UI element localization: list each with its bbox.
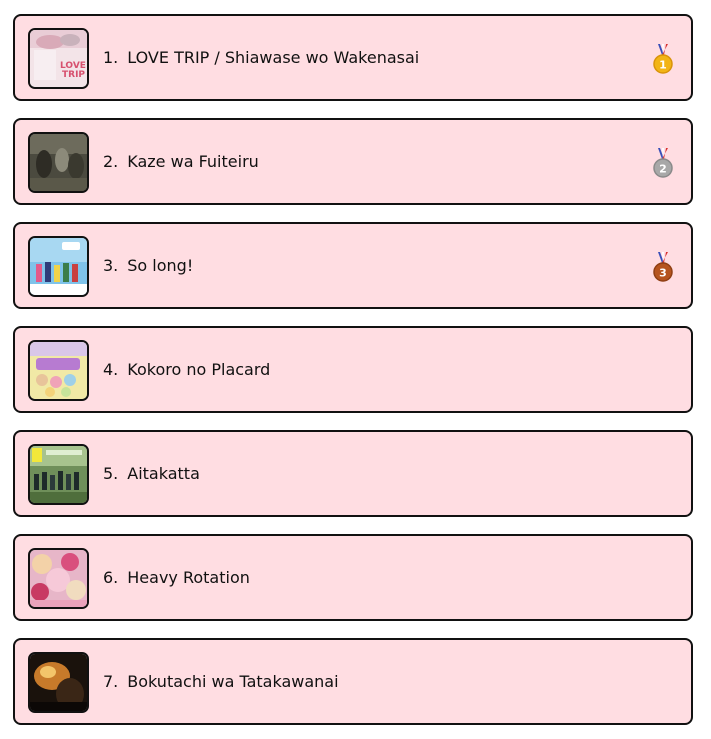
album-cover-3 xyxy=(28,236,89,297)
song-card-1[interactable]: LOVE TRIP 1. LOVE TRIP / Shiawase wo Wake… xyxy=(13,14,693,101)
song-title: 7. Bokutachi wa Tatakawanai xyxy=(103,640,339,723)
song-rank: 6. xyxy=(103,568,119,587)
song-name: Heavy Rotation xyxy=(127,568,250,587)
song-rank: 2. xyxy=(103,152,119,171)
song-card-4[interactable]: 4. Kokoro no Placard xyxy=(13,326,693,413)
cover-text-trip: TRIP xyxy=(62,70,85,80)
gold-medal-icon: 1 xyxy=(651,42,675,76)
song-name: LOVE TRIP / Shiawase wo Wakenasai xyxy=(127,48,420,67)
song-card-6[interactable]: 6. Heavy Rotation xyxy=(13,534,693,621)
silver-medal-icon: 2 xyxy=(651,146,675,180)
song-card-7[interactable]: 7. Bokutachi wa Tatakawanai xyxy=(13,638,693,725)
song-rank: 4. xyxy=(103,360,119,379)
album-cover-5 xyxy=(28,444,89,505)
song-name: Aitakatta xyxy=(127,464,200,483)
song-title: 1. LOVE TRIP / Shiawase wo Wakenasai xyxy=(103,16,419,99)
bronze-medal-icon: 3 xyxy=(651,250,675,284)
medal-number: 3 xyxy=(659,267,667,280)
song-rank: 5. xyxy=(103,464,119,483)
song-name: Bokutachi wa Tatakawanai xyxy=(127,672,339,691)
song-name: Kokoro no Placard xyxy=(127,360,271,379)
song-name: Kaze wa Fuiteiru xyxy=(127,152,259,171)
medal-number: 2 xyxy=(659,163,667,176)
medal-number: 1 xyxy=(659,59,667,72)
album-cover-6 xyxy=(28,548,89,609)
song-title: 2. Kaze wa Fuiteiru xyxy=(103,120,259,203)
song-rank: 3. xyxy=(103,256,119,275)
song-card-3[interactable]: 3. So long! 3 xyxy=(13,222,693,309)
song-rank: 7. xyxy=(103,672,119,691)
song-title: 3. So long! xyxy=(103,224,193,307)
song-title: 5. Aitakatta xyxy=(103,432,200,515)
song-name: So long! xyxy=(127,256,194,275)
song-title: 4. Kokoro no Placard xyxy=(103,328,270,411)
album-cover-7 xyxy=(28,652,89,713)
song-title: 6. Heavy Rotation xyxy=(103,536,250,619)
album-cover-1: LOVE TRIP xyxy=(28,28,89,89)
song-rank: 1. xyxy=(103,48,119,67)
song-card-5[interactable]: 5. Aitakatta xyxy=(13,430,693,517)
album-cover-4 xyxy=(28,340,89,401)
song-ranking-list: LOVE TRIP 1. LOVE TRIP / Shiawase wo Wake… xyxy=(0,0,711,739)
album-cover-2 xyxy=(28,132,89,193)
song-card-2[interactable]: 2. Kaze wa Fuiteiru 2 xyxy=(13,118,693,205)
